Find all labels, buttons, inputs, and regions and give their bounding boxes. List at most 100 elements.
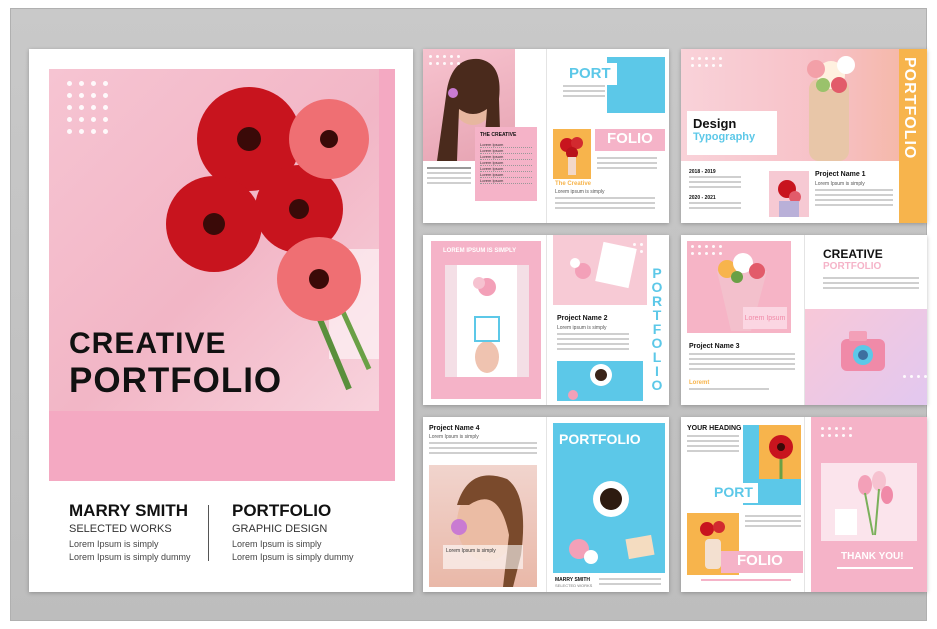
cover-author-line1: Lorem Ipsum is simply [69, 539, 159, 549]
spread2-project: Project Name 1 [815, 171, 866, 178]
spread2-vertical-text: PORTFOLIO [901, 57, 918, 160]
hands-flowers-icon [457, 265, 517, 377]
spread4-project-text [689, 353, 795, 373]
cover-author-sub: SELECTED WORKS [69, 523, 172, 535]
spread4-intro-text [823, 277, 919, 292]
spread1-bottom-text [555, 197, 655, 212]
spread2-project-text [815, 189, 893, 209]
spread6-dots [821, 427, 852, 437]
spread1-dots [429, 55, 460, 65]
spread5-caption: Lorem Ipsum is simply [446, 548, 496, 554]
spread2-small-photo [769, 171, 809, 217]
spread3-vertical-text: PORTFOLIO [649, 265, 665, 391]
spread5-caption-box: Lorem Ipsum is simply [443, 545, 523, 569]
spread1-top-text [563, 85, 605, 100]
spread5-project: Project Name 4 [429, 425, 480, 432]
spread3-hands-photo [445, 265, 529, 377]
camera-icon [841, 331, 885, 371]
spread6-thanks: THANK YOU! [841, 551, 904, 562]
spread2-title-box: Design Typography [687, 111, 777, 155]
spread5-footer-sub: SELECTED WORKS [555, 583, 593, 588]
spread4-lorem-label: Loremt [689, 380, 710, 386]
spread6-flower-photo [759, 425, 801, 479]
spread6-folio-text: FOLIO [737, 552, 783, 569]
red-gerbera-icon [769, 435, 793, 479]
cover-portfolio-name: PORTFOLIO [232, 501, 332, 520]
spread4-lorem-box: Lorem Ipsum [743, 307, 787, 329]
spread4-lorem-label-text [689, 388, 769, 393]
spread-1: THE CREATIVE Lorem Ipsum Lorem Ipsum Lor… [423, 49, 669, 223]
spread5-gutter [546, 417, 547, 592]
mockup-background: CREATIVE PORTFOLIO MARRY SMITH SELECTED … [10, 8, 927, 621]
spread2-text-a [689, 176, 741, 191]
spread2-dots [691, 57, 722, 67]
port-text: PORT [569, 65, 611, 82]
spread3-project: Project Name 2 [557, 315, 608, 322]
spread-3: LOREM IPSUM IS SIMPLY Project Name 2 Lor… [423, 235, 669, 405]
tulips-icon [835, 471, 893, 536]
spread6-gutter [804, 417, 805, 592]
spread4-project: Project Name 3 [689, 343, 740, 350]
spread3-gutter [546, 235, 547, 405]
spread3-dots [633, 243, 664, 253]
cover-title-line1: CREATIVE [69, 327, 227, 360]
spread5-project-text [429, 442, 537, 457]
spread6-tulips-photo [821, 463, 917, 541]
red-flower-icon [778, 180, 801, 217]
cover-author-name: MARRY SMITH [69, 501, 188, 520]
spread4-creative: CREATIVE [823, 247, 883, 261]
cover-title-line2: PORTFOLIO [69, 361, 283, 400]
spread6-heading: YOUR HEADING [687, 425, 742, 432]
spread1-flower-photo [553, 129, 591, 179]
spread6-thanks-text [837, 567, 913, 572]
cover-page: CREATIVE PORTFOLIO MARRY SMITH SELECTED … [29, 49, 413, 592]
creative-sub: Lorem ipsum is simply [555, 189, 605, 195]
coffee-flowers-icon [569, 481, 655, 564]
spread2-years2: 2020 - 2021 [689, 195, 716, 201]
toc-title: THE CREATIVE [480, 132, 517, 138]
spread-5: Project Name 4 Lorem Ipsum is simply Lor… [423, 417, 669, 592]
cover-portfolio-sub: GRAPHIC DESIGN [232, 523, 328, 535]
spread1-port-label: PORT [563, 63, 617, 85]
spread4-lorem-text: Lorem Ipsum [744, 315, 786, 322]
spread3-header: LOREM IPSUM IS SIMPLY [443, 248, 517, 254]
cover-author-line2: Lorem Ipsum is simply dummy [69, 552, 191, 562]
creative-label: The Creative [555, 181, 592, 187]
cover-dot-grid [67, 81, 108, 134]
red-flowers-icon [560, 137, 583, 175]
spread6-bottom-text [701, 579, 791, 584]
spread-2: Design Typography PORTFOLIO 2018 - 2019 … [681, 49, 927, 223]
spread6-port-text: PORT [714, 484, 753, 500]
spread-6: YOUR HEADING PORT FOLIO THANK YOU! [681, 417, 927, 592]
spread4-portfolio: PORTFOLIO [823, 261, 882, 272]
spread3-coffee-photo [557, 361, 643, 401]
coffee-cup-icon [568, 364, 612, 400]
spread-4: Lorem Ipsum Project Name 3 Loremt CREATI… [681, 235, 927, 405]
toc-item: Lorem Ipsum [480, 178, 532, 184]
spread3-project-text [557, 333, 629, 353]
spread4-camera-photo [805, 309, 927, 405]
spread2-project-sub: Lorem Ipsum is simply [815, 181, 865, 187]
spread1-right-text [597, 157, 657, 172]
spread5-project-sub: Lorem Ipsum is simply [429, 434, 479, 440]
spread1-left-text [427, 167, 471, 187]
cover-divider [208, 505, 209, 561]
spread1-toc-box: THE CREATIVE Lorem Ipsum Lorem Ipsum Lor… [475, 127, 537, 201]
typography-title: Typography [693, 131, 756, 143]
spread1-gutter [546, 49, 547, 223]
cover-portfolio-line1: Lorem Ipsum is simply [232, 539, 322, 549]
cover-portfolio-line2: Lorem Ipsum is simply dummy [232, 552, 354, 562]
toc-list: Lorem Ipsum Lorem Ipsum Lorem Ipsum Lore… [480, 142, 532, 184]
spread6-side-text [745, 515, 801, 530]
design-title: Design [693, 116, 737, 131]
spread4-dots-bottom [903, 375, 927, 378]
spread6-heading-text [687, 435, 739, 455]
spread3-project-sub: Lorem ipsum is simply [557, 325, 607, 331]
spread5-portfolio: PORTFOLIO [559, 431, 641, 447]
spread6-port-box: PORT [709, 483, 758, 503]
spread2-text-b [689, 202, 741, 212]
spread5-footer-text [599, 578, 661, 588]
spread2-years1: 2018 - 2019 [689, 169, 716, 175]
folio-text: FOLIO [607, 130, 653, 147]
spread4-dots [691, 245, 722, 255]
